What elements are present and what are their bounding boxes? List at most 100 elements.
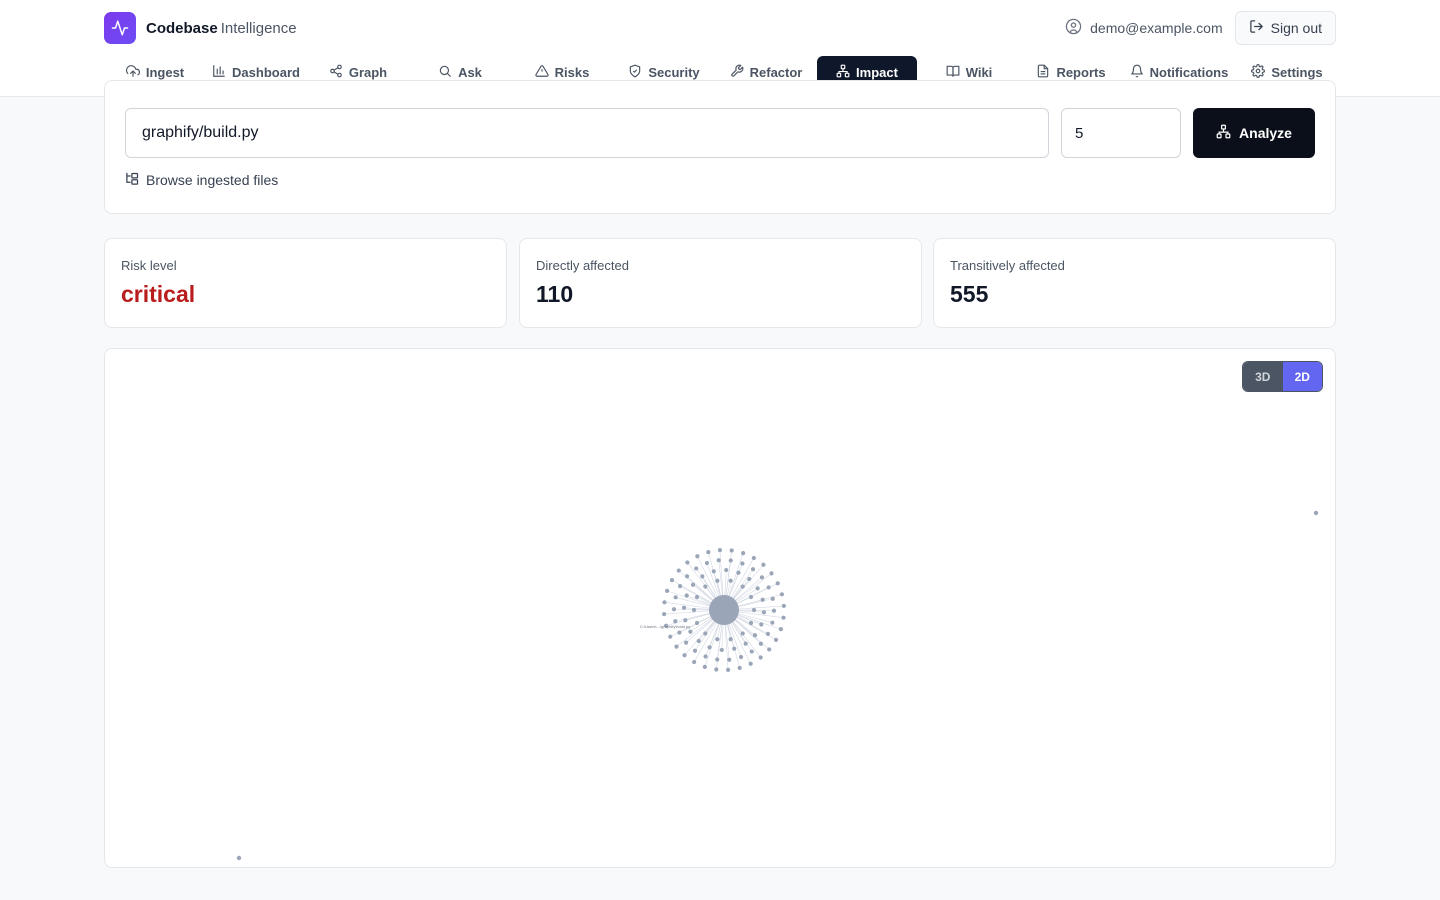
graph-node[interactable]	[778, 627, 783, 632]
graph-node[interactable]	[706, 549, 711, 555]
graph-node[interactable]	[724, 567, 729, 573]
graph-node[interactable]	[702, 664, 707, 669]
graph-node[interactable]	[740, 584, 745, 589]
graph-node[interactable]	[749, 649, 754, 654]
graph-node[interactable]	[759, 575, 765, 580]
graph-node[interactable]	[703, 631, 708, 636]
graph-node[interactable]	[694, 566, 699, 571]
graph-node[interactable]	[676, 568, 681, 573]
browse-ingested-files-link[interactable]: Browse ingested files	[125, 171, 278, 189]
graph-node[interactable]	[715, 657, 720, 662]
graph-node[interactable]	[748, 594, 754, 600]
graph-node[interactable]	[766, 585, 771, 590]
graph-node[interactable]	[740, 561, 745, 566]
graph-node[interactable]	[662, 611, 667, 617]
impact-graph-canvas[interactable]: C:\Users\...\graphify\build.py	[105, 349, 1335, 867]
graph-node[interactable]	[682, 653, 687, 658]
graph-node[interactable]	[765, 631, 771, 636]
depth-input[interactable]	[1061, 108, 1181, 158]
graph-node[interactable]	[741, 551, 746, 556]
graph-node[interactable]	[767, 647, 772, 652]
graph-node[interactable]	[692, 659, 697, 665]
graph-node[interactable]	[740, 631, 745, 636]
graph-node[interactable]	[692, 648, 698, 653]
toggle-2d-button[interactable]: 2D	[1282, 362, 1322, 391]
graph-node[interactable]	[727, 657, 732, 662]
graph-node[interactable]	[732, 646, 737, 651]
graph-node[interactable]	[711, 569, 716, 574]
graph-node[interactable]	[751, 607, 757, 613]
view-mode-toggle[interactable]: 3D 2D	[1242, 361, 1323, 392]
graph-node[interactable]	[690, 582, 696, 587]
graph-node[interactable]	[750, 567, 756, 572]
graph-node[interactable]	[717, 548, 723, 553]
graph-node[interactable]	[662, 600, 667, 605]
graph-node[interactable]	[737, 665, 742, 671]
graph-node[interactable]	[696, 638, 701, 644]
graph-center-node[interactable]	[709, 595, 739, 625]
graph-node[interactable]	[703, 584, 708, 589]
graph-node[interactable]	[775, 581, 780, 586]
graph-node[interactable]	[770, 596, 775, 601]
graph-node[interactable]	[728, 637, 733, 642]
graph-node[interactable]	[703, 654, 708, 659]
graph-node[interactable]	[779, 592, 785, 597]
graph-node[interactable]	[695, 554, 700, 559]
graph-node[interactable]	[715, 578, 720, 583]
graph-node[interactable]	[673, 619, 678, 624]
graph-node[interactable]	[758, 641, 764, 646]
graph-node[interactable]	[673, 595, 678, 600]
analyze-button[interactable]: Analyze	[1193, 108, 1315, 158]
graph-node[interactable]	[743, 641, 748, 646]
graph-node[interactable]	[681, 605, 687, 610]
graph-node[interactable]	[668, 634, 673, 639]
graph-node[interactable]	[761, 562, 766, 567]
graph-node[interactable]	[728, 578, 733, 583]
graph-node[interactable]	[707, 645, 712, 650]
graph-node[interactable]	[748, 620, 754, 626]
graph-node[interactable]	[671, 607, 677, 612]
graph-node[interactable]	[758, 655, 763, 660]
graph-node[interactable]	[704, 560, 710, 566]
graph-node[interactable]	[770, 620, 775, 625]
graph-node[interactable]	[761, 610, 767, 615]
sign-out-button[interactable]: Sign out	[1234, 11, 1336, 45]
graph-node[interactable]	[752, 633, 758, 638]
graph-node[interactable]	[677, 584, 683, 589]
graph-node[interactable]	[760, 597, 765, 602]
graph-node[interactable]	[716, 558, 721, 563]
graph-node[interactable]	[759, 622, 764, 627]
graph-node[interactable]	[755, 586, 760, 591]
graph-node[interactable]	[684, 574, 690, 579]
graph-node[interactable]	[714, 667, 719, 672]
file-path-input[interactable]	[125, 108, 1049, 158]
graph-node[interactable]	[685, 560, 690, 565]
graph-node[interactable]	[736, 570, 741, 575]
impact-graph-panel[interactable]: C:\Users\...\graphify\build.py 3D 2D	[104, 348, 1336, 868]
graph-node[interactable]	[688, 629, 693, 634]
graph-node[interactable]	[747, 576, 752, 582]
graph-node[interactable]	[691, 607, 697, 613]
brand[interactable]: Codebase Intelligence	[104, 12, 297, 44]
graph-node[interactable]	[1313, 510, 1319, 516]
graph-node[interactable]	[700, 574, 705, 579]
graph-node[interactable]	[728, 558, 733, 563]
graph-node[interactable]	[715, 637, 720, 642]
graph-node[interactable]	[729, 548, 734, 553]
graph-node[interactable]	[738, 654, 744, 660]
graph-node[interactable]	[725, 667, 731, 672]
graph-node[interactable]	[769, 571, 774, 576]
graph-node[interactable]	[665, 588, 670, 593]
graph-node[interactable]	[694, 620, 700, 626]
graph-node[interactable]	[719, 647, 724, 653]
graph-node[interactable]	[683, 618, 688, 623]
graph-node[interactable]	[751, 555, 756, 561]
graph-node[interactable]	[781, 615, 786, 620]
graph-node[interactable]	[773, 637, 779, 642]
graph-node[interactable]	[694, 594, 700, 600]
graph-node[interactable]	[748, 661, 753, 666]
graph-node[interactable]	[683, 640, 689, 645]
graph-node[interactable]	[236, 855, 242, 861]
toggle-3d-button[interactable]: 3D	[1243, 362, 1283, 391]
graph-node[interactable]	[771, 608, 777, 613]
